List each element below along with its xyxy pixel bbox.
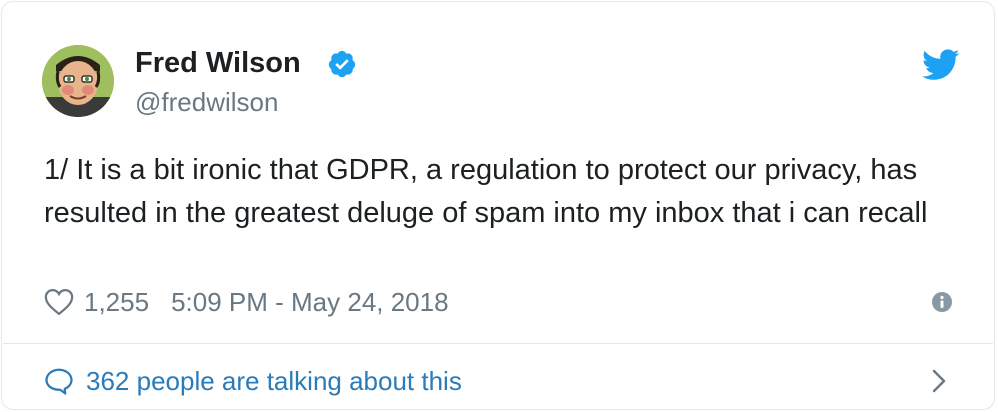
author-handle[interactable]: @fredwilson bbox=[135, 87, 278, 117]
info-icon[interactable] bbox=[931, 291, 953, 313]
twitter-bird-icon[interactable] bbox=[922, 49, 960, 81]
timestamp-link[interactable]: 5:09 PM - May 24, 2018 bbox=[171, 287, 448, 318]
avatar[interactable] bbox=[42, 45, 114, 117]
chevron-right-icon[interactable] bbox=[931, 368, 947, 394]
like-count[interactable]: 1,255 bbox=[84, 287, 149, 318]
author-name[interactable]: Fred Wilson bbox=[135, 46, 301, 80]
tweet-meta: 1,255 5:09 PM - May 24, 2018 bbox=[44, 285, 449, 319]
speech-bubble-icon bbox=[45, 368, 73, 395]
divider bbox=[3, 343, 993, 344]
heart-icon[interactable] bbox=[44, 288, 74, 316]
verified-badge-icon bbox=[328, 50, 356, 78]
tweet-text: 1/ It is a bit ironic that GDPR, a regul… bbox=[44, 154, 928, 229]
tweet-card[interactable]: Fred Wilson @fredwilson 1/ It is a bit i… bbox=[1, 1, 995, 410]
conversation-link[interactable]: 362 people are talking about this bbox=[44, 363, 462, 399]
conversation-label[interactable]: 362 people are talking about this bbox=[86, 366, 462, 397]
